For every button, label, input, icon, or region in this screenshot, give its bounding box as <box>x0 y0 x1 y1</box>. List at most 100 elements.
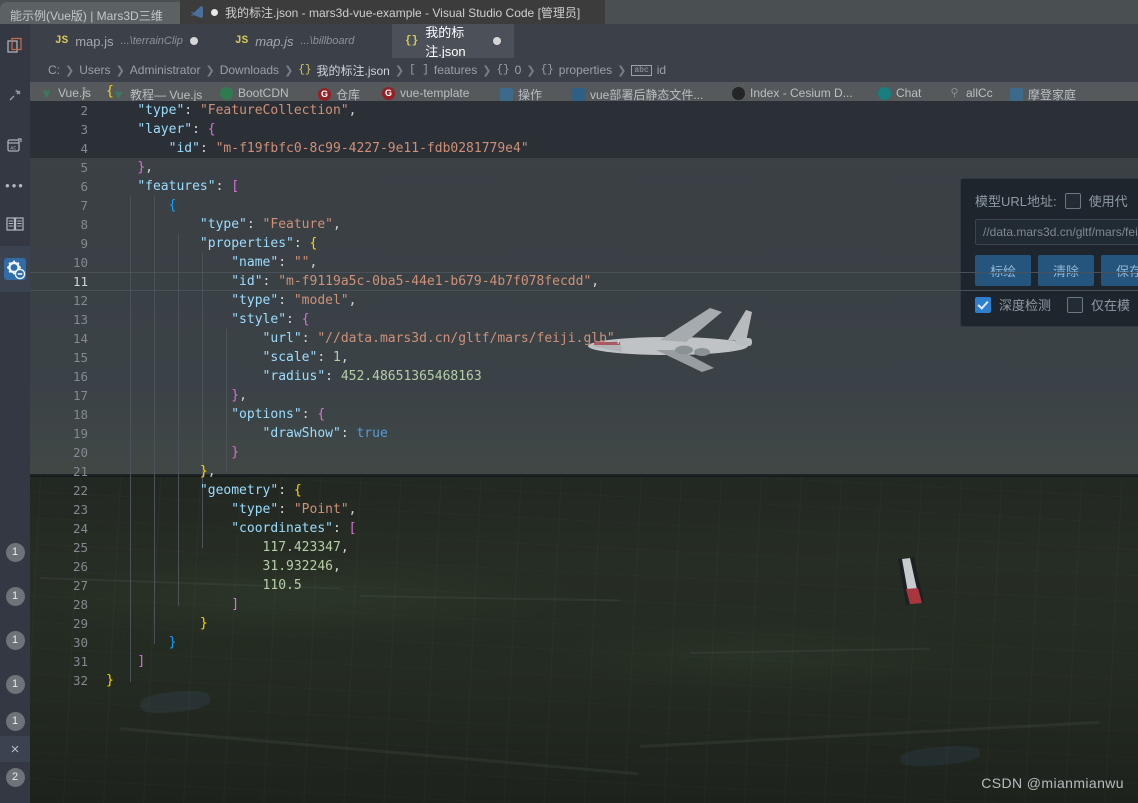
code-token: : <box>246 217 263 232</box>
code-token: 452.48651365468163 <box>340 369 482 384</box>
gutter-badge[interactable]: 1 <box>0 530 30 574</box>
editor-tab-map-billboard[interactable]: JS map.js ...\billboard <box>222 24 392 58</box>
code-line[interactable]: 21 }, <box>30 462 1138 481</box>
source-control-icon: AC <box>7 138 22 152</box>
line-number: 22 <box>72 483 88 498</box>
breadcrumb-separator: ❯ <box>115 64 125 77</box>
code-token: } <box>199 616 208 631</box>
code-line[interactable]: 6 "features": [ <box>30 177 1138 196</box>
code-line[interactable]: 26 31.932246, <box>30 557 1138 576</box>
breadcrumb[interactable]: C: ❯ Users ❯ Administrator ❯ Downloads ❯… <box>30 58 1138 82</box>
code-token: { <box>309 236 318 251</box>
code-line[interactable]: 29 } <box>30 614 1138 633</box>
line-number: 12 <box>72 293 88 308</box>
line-number: 21 <box>72 464 88 479</box>
editor-tab-name: 我的标注.json <box>425 25 466 59</box>
code-line[interactable]: 12 "type": "model", <box>30 291 1138 310</box>
code-token: , <box>591 274 600 289</box>
code-line[interactable]: 31 ] <box>30 652 1138 671</box>
code-token: , <box>333 559 341 574</box>
code-line[interactable]: 28 ] <box>30 595 1138 614</box>
gutter-badge[interactable]: 1 <box>0 662 30 706</box>
code-line[interactable]: 15 "scale": 1, <box>30 348 1138 367</box>
code-line[interactable]: 24 "coordinates": [ <box>30 519 1138 538</box>
breadcrumb-item-downloads[interactable]: Downloads <box>220 63 279 77</box>
breadcrumb-item-file[interactable]: 我的标注.json <box>316 62 389 79</box>
svg-text:AC: AC <box>10 145 16 151</box>
code-token: : <box>278 483 294 498</box>
code-token: } <box>231 388 240 403</box>
code-line[interactable]: 27 110.5 <box>30 576 1138 595</box>
line-content: "id": "m-f19fbfc0-8c99-4227-9e11-fdb0281… <box>106 139 529 158</box>
breadcrumb-item-properties[interactable]: properties <box>559 63 612 77</box>
breadcrumb-separator: ❯ <box>482 64 492 77</box>
vscode-titlebar[interactable]: 我的标注.json - mars3d-vue-example - Visual … <box>180 0 605 24</box>
js-file-icon: JS <box>55 35 69 47</box>
code-line[interactable]: 14 "url": "//data.mars3d.cn/gltf/mars/fe… <box>30 329 1138 348</box>
code-token: { <box>106 84 114 99</box>
code-line[interactable]: 30 } <box>30 633 1138 652</box>
breadcrumb-item-features[interactable]: features <box>434 63 477 77</box>
line-number: 1 <box>80 84 88 99</box>
code-token: , <box>340 540 349 555</box>
code-line[interactable]: 9 "properties": { <box>30 234 1138 253</box>
code-line[interactable]: 2 "type": "FeatureCollection", <box>30 101 1138 120</box>
line-content: ] <box>106 595 239 614</box>
activity-more[interactable]: ••• <box>0 168 30 202</box>
line-number: 4 <box>80 141 88 156</box>
code-line[interactable]: 19 "drawShow": true <box>30 424 1138 443</box>
activity-settings[interactable] <box>0 246 30 292</box>
code-line[interactable]: 18 "options": { <box>30 405 1138 424</box>
badge-count: 1 <box>5 711 25 731</box>
code-line[interactable]: 13 "style": { <box>30 310 1138 329</box>
code-line[interactable]: 11 "id": "m-f9119a5c-0ba5-44e1-b679-4b7f… <box>30 272 1138 291</box>
gutter-badge[interactable]: 1 <box>0 706 30 736</box>
line-number: 24 <box>72 521 88 536</box>
editor-tab-annotation-json[interactable]: {} 我的标注.json <box>392 24 514 59</box>
activity-explorer[interactable] <box>0 24 30 66</box>
breadcrumb-item-users[interactable]: Users <box>79 63 110 77</box>
modified-dot-icon <box>493 37 501 45</box>
line-number: 23 <box>72 502 88 517</box>
activity-source-control[interactable]: AC <box>0 124 30 168</box>
code-line[interactable]: 32} <box>30 671 1138 690</box>
gutter-badge[interactable]: 1 <box>0 574 30 618</box>
breadcrumb-item-drive[interactable]: C: <box>48 63 60 77</box>
code-line[interactable]: 10 "name": "", <box>30 253 1138 272</box>
code-line[interactable]: 1{ <box>30 82 1138 101</box>
line-number: 13 <box>72 312 88 327</box>
gutter-badge[interactable]: 1 <box>0 618 30 662</box>
code-line[interactable]: 4 "id": "m-f19fbfc0-8c99-4227-9e11-fdb02… <box>30 139 1138 158</box>
code-line[interactable]: 22 "geometry": { <box>30 481 1138 500</box>
code-line[interactable]: 8 "type": "Feature", <box>30 215 1138 234</box>
line-content: "style": { <box>106 310 309 329</box>
code-line[interactable]: 16 "radius": 452.48651365468163 <box>30 367 1138 386</box>
code-line[interactable]: 25 117.423347, <box>30 538 1138 557</box>
gutter-close[interactable]: × <box>0 736 30 762</box>
breadcrumb-item-id[interactable]: id <box>657 63 666 77</box>
array-symbol-icon: [ ] <box>409 64 429 76</box>
code-editor[interactable]: 1{2 "type": "FeatureCollection", 3 "layer… <box>30 82 1138 692</box>
files-icon <box>6 37 22 53</box>
editor-tab-map-terrainclip[interactable]: JS map.js ...\terrainClip <box>42 24 222 58</box>
breadcrumb-item-index[interactable]: 0 <box>515 63 522 77</box>
activity-search[interactable]: * <box>0 66 30 124</box>
code-line[interactable]: 23 "type": "Point", <box>30 500 1138 519</box>
code-line[interactable]: 7 { <box>30 196 1138 215</box>
code-line[interactable]: 5 }, <box>30 158 1138 177</box>
activity-extensions[interactable] <box>0 202 30 246</box>
code-line[interactable]: 17 }, <box>30 386 1138 405</box>
csdn-watermark: CSDN @mianmianwu <box>981 775 1124 791</box>
code-line[interactable]: 3 "layer": { <box>30 120 1138 139</box>
line-content: "url": "//data.mars3d.cn/gltf/mars/feiji… <box>106 329 623 348</box>
code-line[interactable]: 20 } <box>30 443 1138 462</box>
gutter-badge[interactable]: 2 <box>0 762 30 792</box>
code-token: } <box>199 464 208 479</box>
code-token: 31.932246 <box>262 559 333 574</box>
code-token: : <box>301 331 318 346</box>
breadcrumb-item-administrator[interactable]: Administrator <box>130 63 201 77</box>
